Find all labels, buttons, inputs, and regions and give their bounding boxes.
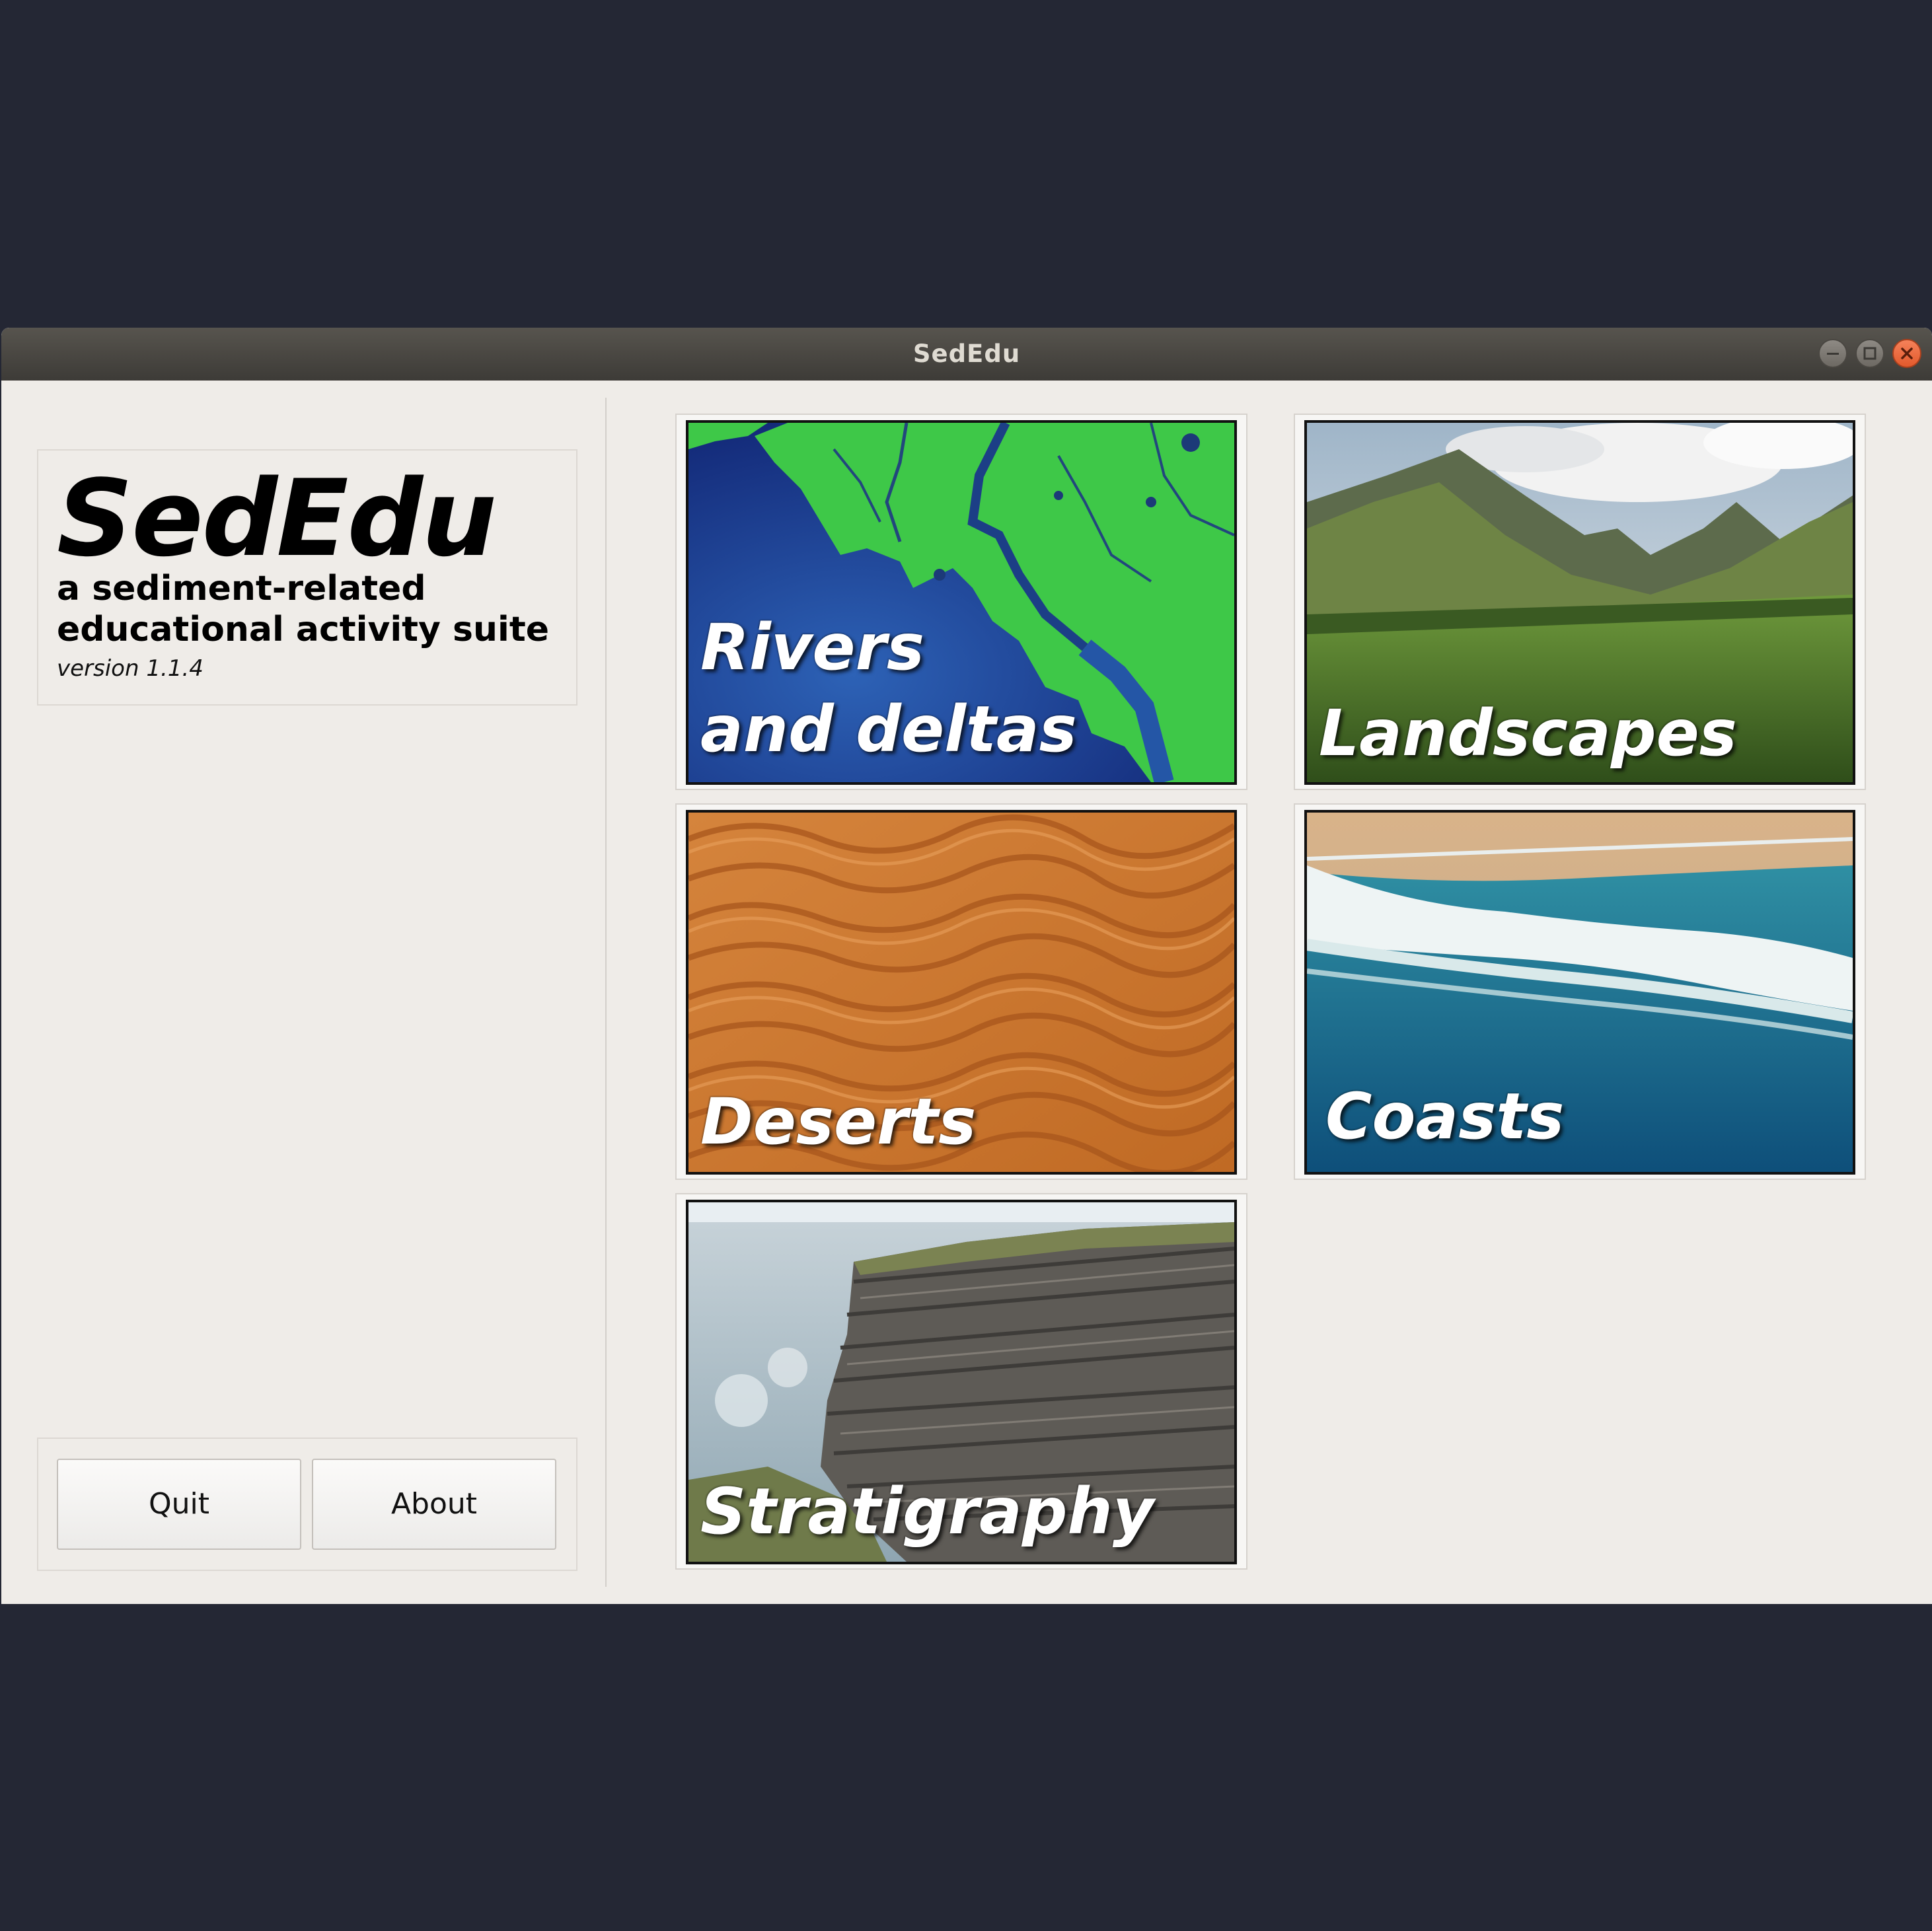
maximize-button[interactable] [1855,339,1884,368]
deserts-module-button[interactable]: Deserts [675,803,1247,1180]
maximize-icon [1863,347,1876,360]
app-window: SedEdu SedEdu a sediment-related educati… [1,328,1932,1604]
landscapes-module-button[interactable]: Landscapes [1294,414,1866,790]
button-panel: Quit About [37,1438,577,1571]
minimize-button[interactable] [1818,339,1847,368]
app-info-panel: SedEdu a sediment-related educational ac… [37,449,577,706]
close-button[interactable] [1892,339,1921,368]
main-content: SedEdu a sediment-related educational ac… [1,381,1932,1604]
rivers-and-deltas-label: Rivers and deltas [700,610,1077,766]
landscapes-label: Landscapes [1319,696,1737,770]
minimize-icon [1827,353,1839,355]
about-button[interactable]: About [312,1459,556,1550]
window-title: SedEdu [912,340,1021,368]
quit-button[interactable]: Quit [57,1459,301,1550]
close-icon [1901,347,1913,359]
stratigraphy-label: Stratigraphy [700,1475,1154,1548]
coasts-module-button[interactable]: Coasts [1294,803,1866,1180]
coasts-label: Coasts [1325,1079,1565,1153]
stratigraphy-module-button[interactable]: Stratigraphy [675,1193,1247,1570]
app-version: version 1.1.4 [57,655,204,682]
app-title: SedEdu [57,456,497,580]
title-bar[interactable]: SedEdu [1,328,1932,381]
deserts-label: Deserts [700,1085,977,1159]
rivers-and-deltas-module-button[interactable]: Rivers and deltas [675,414,1247,790]
panel-divider [605,398,607,1587]
app-subtitle: a sediment-related educational activity … [57,569,549,649]
